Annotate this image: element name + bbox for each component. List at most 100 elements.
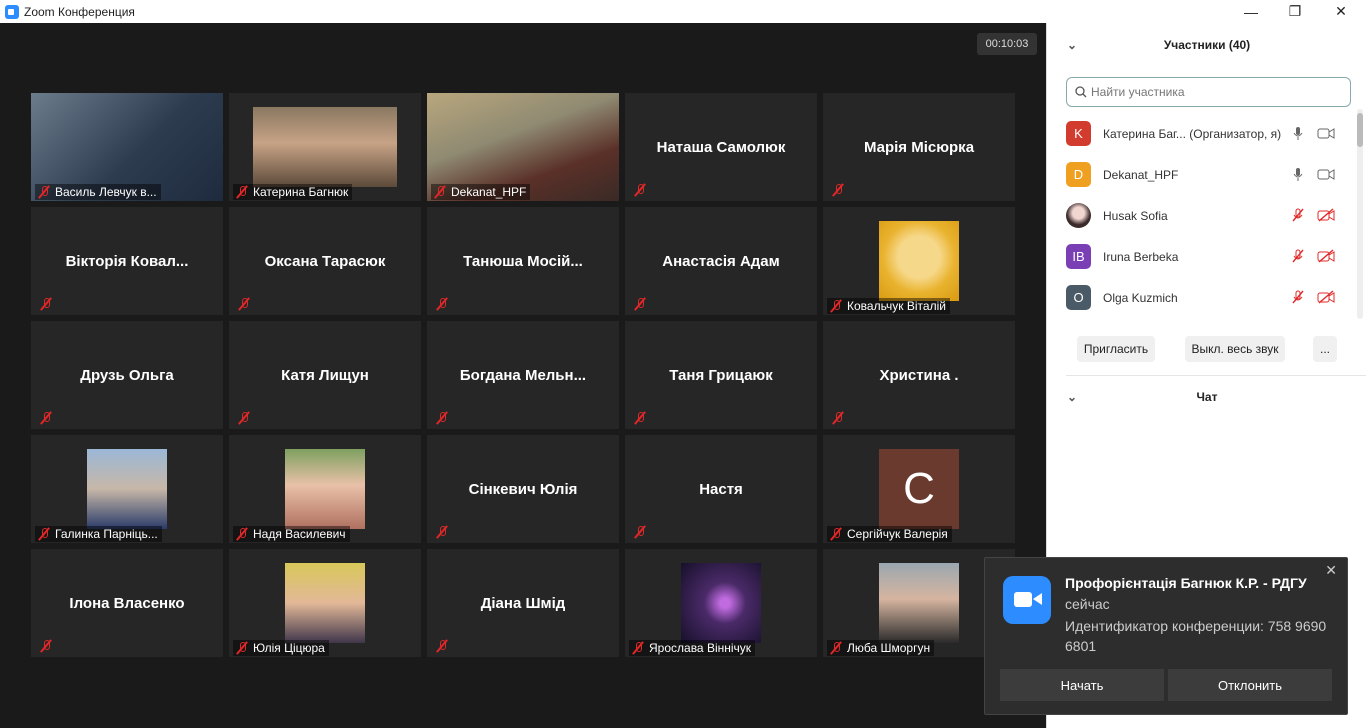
participants-list: K Катерина Баг... (Организатор, я) D Dekana… <box>1047 113 1357 318</box>
participant-list-name: Катерина Баг... (Организатор, я) <box>1103 126 1282 141</box>
mic-muted-icon[interactable] <box>1290 249 1306 263</box>
decline-button[interactable]: Отклонить <box>1168 669 1332 701</box>
window-titlebar: Zoom Конференция — ❐ ✕ <box>0 0 1366 23</box>
participant-name: Вікторія Ковал... <box>65 252 189 270</box>
mic-on-icon[interactable] <box>1290 167 1306 181</box>
video-tile[interactable]: Діана Шмід <box>427 549 619 657</box>
video-tile[interactable]: Друзь Ольга <box>31 321 223 429</box>
video-tile[interactable]: Оксана Тарасюк <box>229 207 421 315</box>
participant-video <box>253 107 397 187</box>
mic-muted-icon <box>433 185 447 199</box>
video-off-icon[interactable] <box>1317 249 1335 263</box>
video-tile[interactable]: Галинка Парніць... <box>31 435 223 543</box>
participant-row[interactable]: D Dekanat_HPF <box>1047 154 1357 195</box>
participant-list-name: Olga Kuzmich <box>1103 290 1178 305</box>
participant-avatar <box>1066 203 1091 228</box>
video-tile[interactable]: Наташа Самолюк <box>625 93 817 201</box>
close-button[interactable]: ✕ <box>1318 0 1364 23</box>
mute-all-button[interactable]: Выкл. весь звук <box>1185 336 1285 362</box>
video-tile[interactable]: Танюша Мосій... <box>427 207 619 315</box>
participant-name-label: Василь Левчук в... <box>35 184 161 200</box>
participant-row[interactable]: IB Iruna Berbeka <box>1047 236 1357 277</box>
video-tile[interactable]: Ілона Власенко <box>31 549 223 657</box>
search-icon <box>1075 86 1087 98</box>
mic-muted-icon <box>37 527 51 541</box>
meeting-timer: 00:10:03 <box>977 33 1037 55</box>
chevron-down-icon[interactable]: ⌄ <box>1067 390 1077 404</box>
video-tile[interactable]: Ковальчук Віталій <box>823 207 1015 315</box>
mic-muted-icon <box>633 297 647 311</box>
video-tile[interactable]: Сінкевич Юлія <box>427 435 619 543</box>
participant-name-label: Люба Шморгун <box>827 640 935 656</box>
participant-name: Марія Місюрка <box>863 138 975 156</box>
mic-muted-icon <box>829 641 843 655</box>
video-tile[interactable]: Юлія Ціцюра <box>229 549 421 657</box>
video-gallery: 00:10:03 Василь Левчук в... Катерина Багн… <box>0 23 1046 728</box>
participant-row[interactable]: Husak Sofia <box>1047 195 1357 236</box>
video-tile[interactable]: Надя Василевич <box>229 435 421 543</box>
mic-muted-icon <box>39 297 53 311</box>
participant-row[interactable]: O Olga Kuzmich <box>1047 277 1357 318</box>
participant-row[interactable]: K Катерина Баг... (Организатор, я) <box>1047 113 1357 154</box>
video-tile[interactable]: C Сергійчук Валерія <box>823 435 1015 543</box>
participant-name: Катя Лищун <box>281 366 369 384</box>
more-button[interactable]: ... <box>1313 336 1337 362</box>
video-off-icon[interactable] <box>1317 290 1335 304</box>
participant-name: Галинка Парніць... <box>55 527 158 541</box>
search-input[interactable] <box>1091 85 1331 99</box>
mic-muted-icon[interactable] <box>1290 290 1306 304</box>
video-tile[interactable]: Богдана Мельн... <box>427 321 619 429</box>
mic-on-icon[interactable] <box>1290 126 1306 140</box>
participant-avatar: K <box>1066 121 1091 146</box>
notification-meeting-id: Идентификатор конференции: 758 9690 6801 <box>1065 618 1327 654</box>
restore-button[interactable]: ❐ <box>1272 0 1318 23</box>
mic-muted-icon <box>237 297 251 311</box>
video-tile[interactable]: Вікторія Ковал... <box>31 207 223 315</box>
participant-name: Люба Шморгун <box>847 641 931 655</box>
video-tile[interactable]: Таня Грицаюк <box>625 321 817 429</box>
participant-name-label: Ковальчук Віталій <box>827 298 950 314</box>
participant-name-label: Юлія Ціцюра <box>233 640 329 656</box>
video-tile[interactable]: Василь Левчук в... <box>31 93 223 201</box>
participant-name: Діана Шмід <box>480 594 566 612</box>
mic-muted-icon[interactable] <box>1290 208 1306 222</box>
invite-button[interactable]: Пригласить <box>1077 336 1155 362</box>
chevron-down-icon[interactable]: ⌄ <box>1067 38 1077 52</box>
video-on-icon[interactable] <box>1317 167 1335 181</box>
participants-actions: Пригласить Выкл. весь звук ... <box>1047 336 1366 362</box>
chat-title: Чат <box>1196 390 1218 404</box>
video-tile[interactable]: Анастасія Адам <box>625 207 817 315</box>
start-button[interactable]: Начать <box>1000 669 1164 701</box>
zoom-logo-icon <box>5 4 19 19</box>
participant-list-name: Husak Sofia <box>1103 208 1168 223</box>
video-tile[interactable]: Катя Лищун <box>229 321 421 429</box>
video-tile[interactable]: Ярослава Віннічук <box>625 549 817 657</box>
video-tile[interactable]: Христина . <box>823 321 1015 429</box>
participants-scrollbar[interactable] <box>1357 109 1363 319</box>
video-tile[interactable]: Марія Місюрка <box>823 93 1015 201</box>
participant-name-label: Сергійчук Валерія <box>827 526 952 542</box>
video-tile[interactable]: Dekanat_HPF <box>427 93 619 201</box>
participant-name: Юлія Ціцюра <box>253 641 325 655</box>
participant-video <box>285 449 365 529</box>
notification-title: Профорієнтація Багнюк К.Р. - РДГУ <box>1065 575 1307 591</box>
video-off-icon[interactable] <box>1317 208 1335 222</box>
video-tile[interactable]: Настя <box>625 435 817 543</box>
video-on-icon[interactable] <box>1317 126 1335 140</box>
mic-muted-icon <box>237 411 251 425</box>
participant-name-label: Галинка Парніць... <box>35 526 162 542</box>
mic-muted-icon <box>435 639 449 653</box>
participant-name: Друзь Ольга <box>80 366 174 384</box>
participants-header: ⌄ Участники (40) <box>1047 33 1366 57</box>
mic-muted-icon <box>39 639 53 653</box>
participant-avatar: O <box>1066 285 1091 310</box>
window-title: Zoom Конференция <box>24 4 135 19</box>
participant-video: C <box>879 449 959 529</box>
divider <box>1066 375 1366 376</box>
minimize-button[interactable]: — <box>1228 0 1274 23</box>
video-tile[interactable]: Катерина Багнюк <box>229 93 421 201</box>
notification-close-icon[interactable]: ✕ <box>1325 562 1337 579</box>
participant-video <box>879 221 959 301</box>
participant-search[interactable] <box>1066 77 1351 107</box>
participant-list-name: Dekanat_HPF <box>1103 167 1179 182</box>
